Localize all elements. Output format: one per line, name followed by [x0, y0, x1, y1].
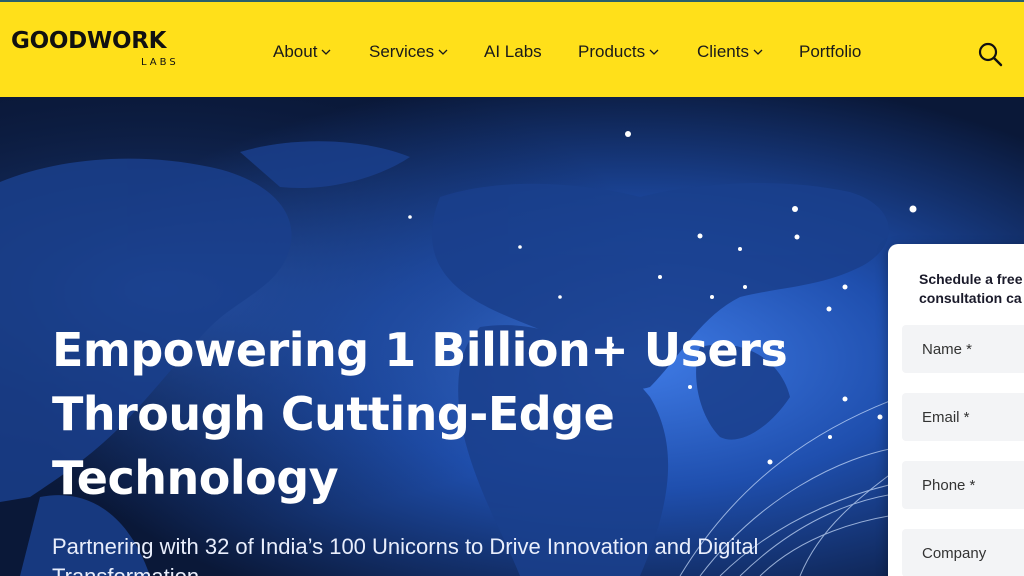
goodwork-logo[interactable]: GOODWORK LABS [11, 28, 191, 72]
nav-item-clients[interactable]: Clients [697, 40, 763, 64]
consultation-form: Schedule a free consultation ca Name * E… [888, 244, 1024, 576]
form-title-line: Schedule a free [919, 271, 1023, 287]
nav-item-portfolio[interactable]: Portfolio [799, 40, 861, 64]
chevron-down-icon [321, 49, 331, 55]
nav-item-label: Clients [697, 42, 749, 61]
nav-item-about[interactable]: About [273, 40, 331, 64]
chevron-down-icon [438, 49, 448, 55]
nav-item-products[interactable]: Products [578, 40, 659, 64]
nav-item-services[interactable]: Services [369, 40, 448, 64]
nav-item-label: AI Labs [484, 42, 542, 61]
chevron-down-icon [649, 49, 659, 55]
nav-item-label: Products [578, 42, 646, 61]
hero-headline-line: Technology [52, 451, 339, 505]
chevron-down-icon [753, 49, 763, 55]
hero-subheadline: Partnering with 32 of India’s 100 Unicor… [52, 534, 759, 576]
hero-headline: Empowering 1 Billion+ Users Through Cutt… [52, 318, 852, 510]
search-icon[interactable] [977, 41, 1003, 67]
hero-section: Empowering 1 Billion+ Users Through Cutt… [0, 97, 1024, 576]
hero-headline-line: Through Cutting-Edge [52, 387, 615, 441]
company-field[interactable]: Company [902, 529, 1024, 576]
form-title-line: consultation ca [919, 290, 1022, 306]
nav-item-label: Services [369, 42, 435, 61]
nav-item-label: Portfolio [799, 42, 862, 61]
hero-headline-line: Empowering 1 Billion+ Users [52, 323, 788, 377]
email-field[interactable]: Email * [902, 393, 1024, 441]
nav-item-label: About [273, 42, 318, 61]
logo-wordmark: GOODWORK [11, 28, 167, 54]
phone-field[interactable]: Phone * [902, 461, 1024, 509]
name-field[interactable]: Name * [902, 325, 1024, 373]
nav-item-ai-labs[interactable]: AI Labs [484, 40, 542, 64]
logo-subtitle: LABS [141, 57, 179, 68]
form-title: Schedule a free consultation ca [919, 270, 1024, 308]
site-header: GOODWORK LABS About Services AI Labs Pro… [0, 0, 1024, 97]
